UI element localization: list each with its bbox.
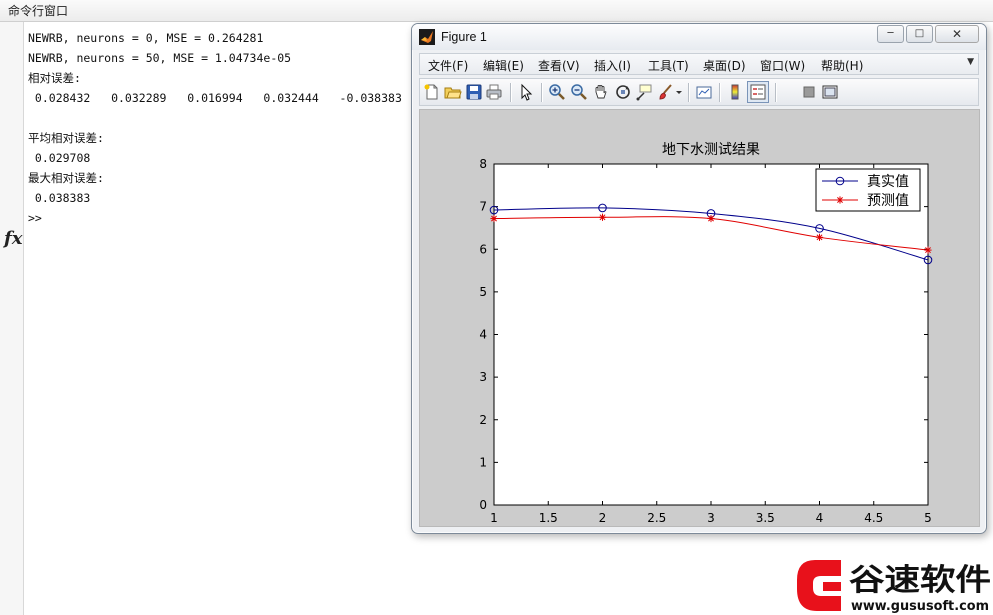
data-point-1[interactable] (815, 233, 824, 241)
toolbar-separator (510, 83, 511, 102)
print-icon[interactable] (485, 83, 503, 101)
menu-view[interactable]: 查看(V) (538, 57, 580, 74)
menu-file[interactable]: 文件(F) (428, 57, 468, 74)
command-window-gutter: fx (0, 22, 24, 615)
minimize-button[interactable]: ─ (877, 25, 904, 43)
x-tick-label: 4 (816, 511, 824, 525)
figure-title: Figure 1 (441, 30, 487, 44)
line-chart[interactable]: 地下水测试结果 1 1.5 2 2.5 3 3.5 4 4.5 5 012345678 真实值预… (420, 110, 981, 528)
close-button[interactable]: ✕ (935, 25, 979, 43)
rotate-3d-icon[interactable] (614, 83, 632, 101)
menu-edit[interactable]: 编辑(E) (483, 57, 524, 74)
x-tick-label: 1 (490, 511, 498, 525)
cmd-output-line: 0.028432 0.032289 0.016994 0.032444 -0.0… (28, 91, 402, 105)
data-point-1[interactable] (598, 213, 607, 221)
cmd-output-line: 0.038383 (28, 191, 91, 205)
select-arrow-icon[interactable] (517, 83, 535, 101)
matlab-logo-icon (419, 29, 435, 45)
command-window-title: 命令行窗口 (0, 0, 993, 22)
figure-menubar: 文件(F) 编辑(E) 查看(V) 插入(I) 工具(T) 桌面(D) 窗口(W… (419, 53, 979, 75)
y-tick-label: 6 (479, 242, 487, 256)
cmd-output-line: 最大相对误差: (28, 171, 104, 185)
data-cursor-icon[interactable] (635, 83, 653, 101)
x-tick-label: 4.5 (864, 511, 883, 525)
link-plot-icon[interactable] (695, 83, 713, 101)
menu-desktop[interactable]: 桌面(D) (703, 57, 746, 74)
maximize-icon: □ (914, 28, 925, 39)
y-tick-label: 3 (479, 370, 487, 384)
y-tick-label: 7 (479, 200, 487, 214)
menu-tools[interactable]: 工具(T) (648, 57, 689, 74)
menu-window[interactable]: 窗口(W) (760, 57, 805, 74)
y-tick-label: 0 (479, 498, 487, 512)
toolbar-separator (775, 83, 776, 102)
y-tick-label: 1 (479, 455, 487, 469)
cmd-output-line: 0.029708 (28, 151, 91, 165)
toolbar-separator (541, 83, 542, 102)
figure-titlebar[interactable]: Figure 1 ─ □ ✕ (412, 24, 986, 50)
toolbar-separator (719, 83, 720, 102)
menu-overflow-icon[interactable]: ▼ (967, 57, 974, 67)
x-tick-label: 2 (599, 511, 607, 525)
watermark-url: www.gususoft.com (851, 599, 989, 614)
watermark-brand: 谷速软件 (849, 563, 991, 598)
save-icon[interactable] (465, 83, 483, 101)
x-tick-label: 2.5 (647, 511, 666, 525)
insert-legend-icon[interactable] (747, 81, 769, 103)
pan-hand-icon[interactable] (592, 83, 610, 101)
brush-icon[interactable] (657, 83, 675, 101)
legend-label: 真实值 (867, 174, 909, 190)
y-tick-label: 2 (479, 413, 487, 427)
show-plot-tools-icon[interactable] (821, 83, 839, 101)
gususoft-watermark: 谷速软件 www.gususoft.com (797, 560, 991, 614)
y-tick-label: 8 (479, 157, 487, 171)
cmd-output-line: 平均相对误差: (28, 131, 104, 145)
minimize-icon: ─ (887, 28, 894, 39)
figure-canvas[interactable]: 地下水测试结果 1 1.5 2 2.5 3 3.5 4 4.5 5 012345678 真实值预… (419, 109, 980, 527)
cmd-output-line: NEWRB, neurons = 50, MSE = 1.04734e-05 (28, 51, 292, 65)
menu-insert[interactable]: 插入(I) (594, 57, 631, 74)
close-icon: ✕ (951, 27, 963, 41)
x-tick-label: 5 (924, 511, 932, 525)
zoom-out-icon[interactable] (570, 83, 588, 101)
y-tick-label: 4 (479, 328, 487, 342)
fx-function-icon[interactable]: fx (4, 228, 22, 249)
toolbar-separator (688, 83, 689, 102)
y-tick-label: 5 (479, 285, 487, 299)
maximize-button[interactable]: □ (906, 25, 933, 43)
brush-dropdown-icon[interactable] (675, 83, 683, 101)
figure-toolbar (419, 78, 979, 106)
hide-plot-tools-icon[interactable] (800, 83, 818, 101)
zoom-in-icon[interactable] (548, 83, 566, 101)
cmd-output-line: 相对误差: (28, 71, 81, 85)
data-point-1[interactable] (707, 214, 715, 223)
menu-help[interactable]: 帮助(H) (821, 57, 863, 74)
open-file-icon[interactable] (444, 83, 462, 101)
insert-colorbar-icon[interactable] (726, 83, 744, 101)
x-tick-label: 3.5 (756, 511, 775, 525)
x-tick-label: 1.5 (539, 511, 558, 525)
chart-title: 地下水测试结果 (662, 142, 760, 158)
cmd-output-line: NEWRB, neurons = 0, MSE = 0.264281 (28, 31, 264, 45)
data-point-1[interactable] (490, 214, 498, 223)
new-figure-icon[interactable] (423, 83, 441, 101)
figure-window: Figure 1 ─ □ ✕ 文件(F) 编辑(E) 查看(V) 插入(I) 工… (411, 23, 987, 534)
legend-marker (836, 196, 844, 204)
command-prompt[interactable]: >> (28, 210, 42, 226)
gususoft-logo-bar (823, 582, 841, 591)
legend[interactable]: 真实值预测值 (815, 168, 921, 212)
legend-label: 预测值 (867, 193, 909, 209)
data-point-1[interactable] (924, 246, 932, 254)
x-tick-label: 3 (707, 511, 715, 525)
